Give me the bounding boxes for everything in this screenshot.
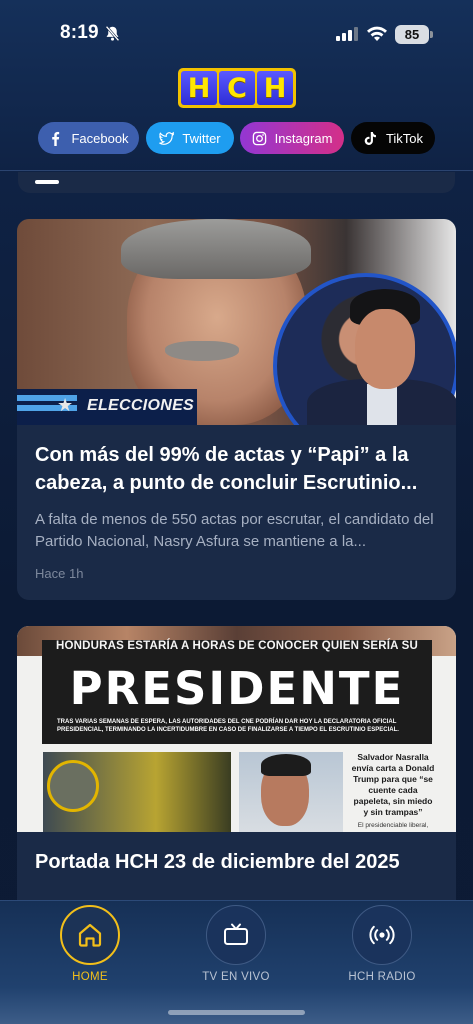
news-card[interactable]: ★ ELECCIONES Con más del 99% de actas y … (17, 219, 456, 600)
logo-letter: H (181, 71, 217, 105)
cover-headline: PRESIDENTE (69, 662, 405, 715)
tiktok-button[interactable]: TikTok (351, 122, 435, 154)
logo-letter: H (257, 71, 293, 105)
status-bar: 8:19 85 (0, 0, 473, 60)
photo-person-hair (121, 219, 311, 279)
tiktok-icon (364, 131, 376, 145)
news-card-image: HONDURAS ESTARÍA A HORAS DE CONOCER QUIE… (17, 626, 456, 832)
cover-photo-left-inset (47, 760, 99, 812)
nav-radio[interactable]: HCH RADIO (322, 905, 442, 983)
news-card-time: Hace 1h (35, 566, 84, 581)
battery-indicator: 85 (395, 25, 429, 44)
instagram-button[interactable]: Instagram (240, 122, 344, 154)
nav-radio-label: HCH RADIO (348, 971, 416, 983)
twitter-button[interactable]: Twitter (146, 122, 234, 154)
social-links: Facebook Twitter Instagram TikTok (0, 122, 473, 154)
star-icon: ★ (57, 395, 74, 415)
app-screen: 8:19 85 H C H Facebook Twitter Instagram… (0, 0, 473, 1024)
twitter-icon (159, 131, 175, 145)
signal-icon (336, 27, 358, 41)
nav-tv[interactable]: TV EN VIVO (176, 905, 296, 983)
nav-tv-button[interactable] (206, 905, 266, 965)
inset-portrait-face (355, 309, 415, 389)
hch-logo: H C H (178, 68, 296, 108)
tv-icon (224, 923, 248, 945)
nav-radio-button[interactable] (352, 905, 412, 965)
bell-slash-icon (105, 25, 120, 42)
news-card[interactable]: HONDURAS ESTARÍA A HORAS DE CONOCER QUIE… (17, 626, 456, 916)
home-icon (78, 923, 102, 947)
card-text-fragment (35, 180, 59, 184)
status-time: 8:19 (60, 22, 99, 43)
instagram-icon (252, 131, 266, 145)
nav-tv-label: TV EN VIVO (202, 971, 270, 983)
news-card-partial[interactable] (18, 172, 455, 193)
facebook-label: Facebook (71, 130, 129, 146)
ribbon-label: ELECCIONES (87, 397, 195, 414)
nav-home-button[interactable] (60, 905, 120, 965)
cover-kicker: HONDURAS ESTARÍA A HORAS DE CONOCER QUIE… (55, 640, 419, 652)
header-divider (0, 170, 473, 171)
facebook-button[interactable]: Facebook (38, 122, 139, 154)
tiktok-label: TikTok (385, 130, 424, 146)
logo-letter: C (219, 71, 255, 105)
photo-person-mustache (165, 341, 239, 361)
news-card-title: Portada HCH 23 de diciembre del 2025 (35, 851, 400, 873)
cover-side-caption: El presidenciable liberal, (357, 822, 429, 829)
news-card-summary: A falta de menos de 550 actas por escrut… (35, 511, 434, 550)
twitter-label: Twitter (182, 130, 221, 146)
battery-cap (430, 31, 433, 38)
nav-home-label: HOME (72, 971, 108, 983)
instagram-label: Instagram (274, 130, 333, 146)
nav-home[interactable]: HOME (30, 905, 150, 983)
wifi-icon (367, 26, 387, 41)
home-indicator (168, 1010, 305, 1015)
inset-portrait-shirt (367, 384, 397, 425)
news-card-title: Con más del 99% de actas y “Papi” a la c… (35, 444, 418, 494)
cover-deck: TRAS VARIAS SEMANAS DE ESPERA, LAS AUTOR… (57, 719, 399, 733)
cover-photo-middle-hair (261, 754, 311, 776)
radio-icon (369, 925, 395, 945)
news-card-image: ★ ELECCIONES (17, 219, 456, 425)
bottom-navigation: HOME TV EN VIVO HCH RADIO (0, 900, 473, 1024)
facebook-icon (52, 131, 60, 146)
cover-side-note: Salvador Nasralla envía carta a Donald T… (351, 752, 435, 817)
